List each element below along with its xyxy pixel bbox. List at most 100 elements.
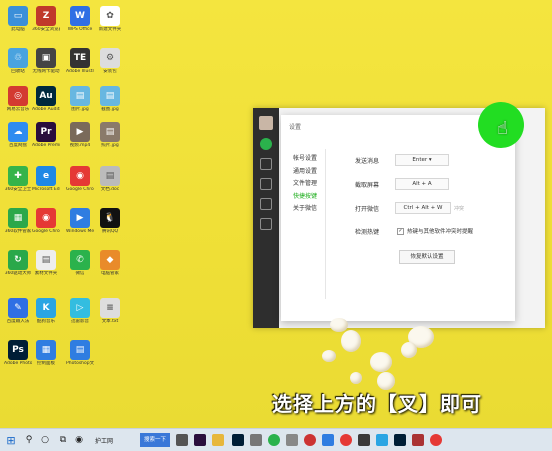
start-icon[interactable]: ⊞ <box>4 433 18 447</box>
app-icon: ◎ <box>8 86 28 106</box>
desktop-icon[interactable]: ▣ 无线网卡驱动 <box>32 48 60 74</box>
chat-icon[interactable] <box>260 138 272 150</box>
desktop-icon[interactable]: ✎ 百度输入法 <box>4 298 32 324</box>
desktop-icon[interactable]: ▤ 截图.jpg <box>96 86 124 112</box>
desktop-icon[interactable]: ▶Windows Media Player <box>66 208 94 234</box>
desktop-icon[interactable]: ≡ 文本.txt <box>96 298 124 324</box>
desktop-icon[interactable]: ✆ 微信 <box>66 250 94 276</box>
photoshop-icon[interactable] <box>232 433 244 447</box>
app-icon-4[interactable] <box>322 433 334 447</box>
desktop-icon[interactable]: ◉Google Chrome <box>66 166 94 192</box>
desktop-icon-label: Adobe Audition <box>32 107 60 112</box>
menu-item-account[interactable]: 帐号设置 <box>293 153 317 166</box>
desktop-icon[interactable]: ◎ 网易云音乐 <box>4 86 32 112</box>
desktop-icon[interactable]: eMicrosoft Edge <box>32 166 60 192</box>
desktop-icon-label: Google Chrome <box>66 187 94 192</box>
avatar[interactable] <box>259 116 273 130</box>
wechat-icon[interactable] <box>268 433 280 447</box>
desktop-icon[interactable]: ▦ 控制面板 <box>32 340 60 366</box>
desktop-icon[interactable]: ▭ 此电脑 <box>4 6 32 32</box>
desktop-icon-label: 回收站 <box>11 69 25 74</box>
app-icon: ✎ <box>8 298 28 318</box>
app-icon-7[interactable] <box>376 433 388 447</box>
desktop-icon[interactable]: W WPS Office <box>66 6 94 32</box>
app-icon: Au <box>36 86 56 106</box>
app-icon: ▤ <box>100 86 120 106</box>
desktop-icon[interactable]: AuAdobe Audition <box>32 86 60 112</box>
desktop-icon[interactable]: ▤ 素材文件夹 <box>32 250 60 276</box>
desktop-icon[interactable]: ▶ 视频.mp4 <box>66 122 94 148</box>
desktop-icon-label: 360驱动大师 <box>4 271 32 276</box>
desktop-icon[interactable]: Z 360安全浏览器 <box>32 6 60 32</box>
desktop-icon[interactable]: ✚ 360安全卫士 <box>4 166 32 192</box>
app-icon-8[interactable] <box>394 433 406 447</box>
desktop-icon-label: 图片.jpg <box>71 107 89 112</box>
app-icon-5[interactable] <box>340 433 352 447</box>
app-icon-3[interactable] <box>304 433 316 447</box>
conflict-checkbox-row[interactable]: ✓ 热键与其他软件冲突时提醒 <box>397 227 473 235</box>
restore-defaults-button[interactable]: 恢复默认设置 <box>399 250 455 264</box>
app-icon: ✚ <box>8 166 28 186</box>
app-icon: Z <box>36 6 56 26</box>
desktop-icon-label: 电脑管家 <box>101 271 119 276</box>
app-icon[interactable] <box>250 433 262 447</box>
menu-item-about[interactable]: 关于微信 <box>293 203 317 216</box>
open-wechat-label: 打开微信 <box>355 206 380 213</box>
desktop-icon[interactable]: ▤ 图片.jpg <box>66 86 94 112</box>
desktop-icon-label: Adobe Photoshop <box>4 361 32 366</box>
contacts-icon[interactable] <box>260 158 272 170</box>
files-icon[interactable] <box>260 198 272 210</box>
desktop-icon-label: 安装包 <box>103 69 117 74</box>
desktop-icon[interactable]: TEAdobe Illustrator <box>66 48 94 74</box>
desktop-icon[interactable]: ↻ 360驱动大师 <box>4 250 32 276</box>
app-icon: ≡ <box>100 298 120 318</box>
app-icon-6[interactable] <box>358 433 370 447</box>
desktop-icon[interactable]: ♲ 回收站 <box>4 48 32 74</box>
send-message-select[interactable]: Enter ▾ <box>395 154 449 166</box>
desktop-icon[interactable]: ▤Photoshop文件 <box>66 340 94 366</box>
desktop-icon[interactable]: ⚙ 安装包 <box>96 48 124 74</box>
desktop-icon[interactable]: ◆ 电脑管家 <box>96 250 124 276</box>
task-view-icon[interactable]: ⧉ <box>56 433 70 447</box>
open-wechat-hotkey[interactable]: Ctrl + Alt + W <box>395 202 451 214</box>
folder-icon[interactable] <box>212 433 224 447</box>
app-icon-10[interactable] <box>430 433 442 447</box>
app-icon: ▶ <box>70 122 90 142</box>
app-icon-9[interactable] <box>412 433 424 447</box>
taskbar-search[interactable]: 搜索一下 <box>140 433 170 447</box>
checkbox[interactable]: ✓ <box>397 228 404 235</box>
desktop-icon[interactable]: PsAdobe Photoshop <box>4 340 32 366</box>
screenshot-hotkey[interactable]: Alt + A <box>395 178 449 190</box>
favorites-icon[interactable] <box>260 178 272 190</box>
app-icon: ◆ <box>100 250 120 270</box>
menu-item-shortcuts[interactable]: 快捷按键 <box>293 191 317 204</box>
cortana-icon[interactable]: ○ <box>38 433 52 447</box>
desktop-icon-label: 百度输入法 <box>6 319 30 324</box>
taskbar-app-icon[interactable] <box>176 433 188 447</box>
menu-divider <box>325 149 326 299</box>
desktop-icon[interactable]: K 酷狗音乐 <box>32 298 60 324</box>
desktop-icon-label: Google Chrome <box>32 229 60 234</box>
premiere-icon[interactable] <box>194 433 206 447</box>
search-icon[interactable]: ⚲ <box>22 433 36 447</box>
desktop-icon[interactable]: ▷ 迅雷影音 <box>66 298 94 324</box>
menu-item-general[interactable]: 通用设置 <box>293 166 317 179</box>
desktop-icon[interactable]: 🐧 腾讯QQ <box>96 208 124 234</box>
desktop-icon-label: Adobe Illustrator <box>66 69 94 74</box>
moments-icon[interactable] <box>260 218 272 230</box>
desktop-icon[interactable]: PrAdobe Premiere Pro <box>32 122 60 148</box>
conflict-text: 热键与其他软件冲突时提醒 <box>407 229 474 235</box>
desktop-icon[interactable]: ☁ 百度网盘 <box>4 122 32 148</box>
taskbar-app[interactable]: 护工网 <box>84 433 124 447</box>
desktop-icon[interactable]: ▤ 照片.jpg <box>96 122 124 148</box>
app-icon-2[interactable] <box>286 433 298 447</box>
desktop-icon[interactable]: ▦ 360软件管家 <box>4 208 32 234</box>
app-icon: ▤ <box>100 122 120 142</box>
desktop-icon[interactable]: ◉Google Chrome <box>32 208 60 234</box>
desktop-icon-label: 网易云音乐 <box>6 107 30 112</box>
video-caption: 选择上方的【叉】即可 <box>272 392 482 416</box>
desktop-icon[interactable]: ✿ 新建文件夹 <box>96 6 124 32</box>
app-icon: ▶ <box>70 208 90 228</box>
desktop-icon[interactable]: ▤ 文档.doc <box>96 166 124 192</box>
menu-item-files[interactable]: 文件管理 <box>293 178 317 191</box>
